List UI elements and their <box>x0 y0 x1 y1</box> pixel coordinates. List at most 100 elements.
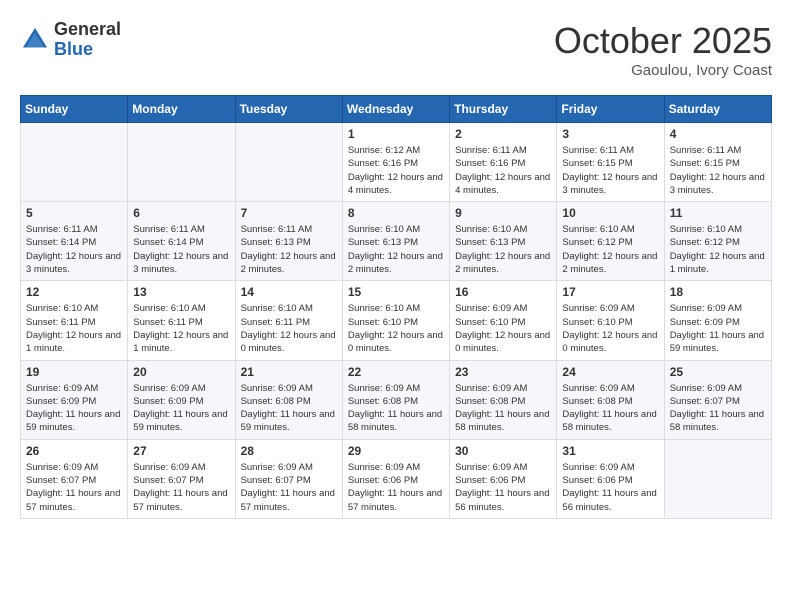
day-number: 10 <box>562 206 658 220</box>
calendar-cell: 16 Sunrise: 6:09 AM Sunset: 6:10 PM Dayli… <box>450 281 557 360</box>
day-info: Sunrise: 6:09 AM Sunset: 6:09 PM Dayligh… <box>133 382 229 435</box>
day-info: Sunrise: 6:09 AM Sunset: 6:06 PM Dayligh… <box>455 461 551 514</box>
day-info: Sunrise: 6:11 AM Sunset: 6:14 PM Dayligh… <box>26 223 122 276</box>
calendar-cell: 13 Sunrise: 6:10 AM Sunset: 6:11 PM Dayli… <box>128 281 235 360</box>
day-info: Sunrise: 6:09 AM Sunset: 6:06 PM Dayligh… <box>562 461 658 514</box>
day-info: Sunrise: 6:10 AM Sunset: 6:13 PM Dayligh… <box>455 223 551 276</box>
day-info: Sunrise: 6:11 AM Sunset: 6:15 PM Dayligh… <box>670 144 766 197</box>
day-number: 31 <box>562 444 658 458</box>
day-number: 17 <box>562 285 658 299</box>
day-number: 18 <box>670 285 766 299</box>
day-info: Sunrise: 6:09 AM Sunset: 6:08 PM Dayligh… <box>455 382 551 435</box>
calendar-cell: 19 Sunrise: 6:09 AM Sunset: 6:09 PM Dayli… <box>21 360 128 439</box>
day-info: Sunrise: 6:09 AM Sunset: 6:09 PM Dayligh… <box>670 302 766 355</box>
day-number: 13 <box>133 285 229 299</box>
day-number: 2 <box>455 127 551 141</box>
day-number: 27 <box>133 444 229 458</box>
calendar-cell: 7Sunrise: 6:11 AM Sunset: 6:13 PM Daylig… <box>235 202 342 281</box>
day-info: Sunrise: 6:09 AM Sunset: 6:09 PM Dayligh… <box>26 382 122 435</box>
calendar-cell: 31 Sunrise: 6:09 AM Sunset: 6:06 PM Dayli… <box>557 439 664 518</box>
calendar-cell: 28Sunrise: 6:09 AM Sunset: 6:07 PM Dayli… <box>235 439 342 518</box>
day-info: Sunrise: 6:10 AM Sunset: 6:13 PM Dayligh… <box>348 223 444 276</box>
day-info: Sunrise: 6:09 AM Sunset: 6:07 PM Dayligh… <box>26 461 122 514</box>
calendar-cell: 6 Sunrise: 6:11 AM Sunset: 6:14 PM Daylig… <box>128 202 235 281</box>
day-number: 4 <box>670 127 766 141</box>
day-number: 11 <box>670 206 766 220</box>
day-info: Sunrise: 6:09 AM Sunset: 6:06 PM Dayligh… <box>348 461 444 514</box>
calendar-cell <box>21 123 128 202</box>
weekday-header: Monday <box>128 96 235 123</box>
calendar-cell: 15Sunrise: 6:10 AM Sunset: 6:10 PM Dayli… <box>342 281 449 360</box>
calendar-cell: 24Sunrise: 6:09 AM Sunset: 6:08 PM Dayli… <box>557 360 664 439</box>
day-number: 5 <box>26 206 122 220</box>
logo: General Blue <box>20 20 121 60</box>
calendar-cell: 9Sunrise: 6:10 AM Sunset: 6:13 PM Daylig… <box>450 202 557 281</box>
calendar-cell: 1 Sunrise: 6:12 AM Sunset: 6:16 PM Daylig… <box>342 123 449 202</box>
day-info: Sunrise: 6:09 AM Sunset: 6:10 PM Dayligh… <box>455 302 551 355</box>
calendar-cell: 27Sunrise: 6:09 AM Sunset: 6:07 PM Dayli… <box>128 439 235 518</box>
day-number: 14 <box>241 285 337 299</box>
day-info: Sunrise: 6:09 AM Sunset: 6:07 PM Dayligh… <box>241 461 337 514</box>
calendar-week-row: 12Sunrise: 6:10 AM Sunset: 6:11 PM Dayli… <box>21 281 772 360</box>
weekday-header: Saturday <box>664 96 771 123</box>
calendar-cell: 3 Sunrise: 6:11 AM Sunset: 6:15 PM Daylig… <box>557 123 664 202</box>
day-info: Sunrise: 6:10 AM Sunset: 6:10 PM Dayligh… <box>348 302 444 355</box>
weekday-header: Sunday <box>21 96 128 123</box>
calendar-cell: 11 Sunrise: 6:10 AM Sunset: 6:12 PM Dayli… <box>664 202 771 281</box>
calendar-cell: 5 Sunrise: 6:11 AM Sunset: 6:14 PM Daylig… <box>21 202 128 281</box>
day-info: Sunrise: 6:09 AM Sunset: 6:08 PM Dayligh… <box>241 382 337 435</box>
calendar-cell: 18 Sunrise: 6:09 AM Sunset: 6:09 PM Dayli… <box>664 281 771 360</box>
day-info: Sunrise: 6:10 AM Sunset: 6:12 PM Dayligh… <box>670 223 766 276</box>
day-info: Sunrise: 6:11 AM Sunset: 6:14 PM Dayligh… <box>133 223 229 276</box>
day-info: Sunrise: 6:10 AM Sunset: 6:11 PM Dayligh… <box>133 302 229 355</box>
calendar-week-row: 1 Sunrise: 6:12 AM Sunset: 6:16 PM Daylig… <box>21 123 772 202</box>
calendar-cell <box>128 123 235 202</box>
day-info: Sunrise: 6:09 AM Sunset: 6:10 PM Dayligh… <box>562 302 658 355</box>
day-info: Sunrise: 6:11 AM Sunset: 6:15 PM Dayligh… <box>562 144 658 197</box>
day-info: Sunrise: 6:12 AM Sunset: 6:16 PM Dayligh… <box>348 144 444 197</box>
weekday-header: Thursday <box>450 96 557 123</box>
day-number: 6 <box>133 206 229 220</box>
logo-blue-text: Blue <box>54 40 121 60</box>
day-number: 30 <box>455 444 551 458</box>
calendar-week-row: 5 Sunrise: 6:11 AM Sunset: 6:14 PM Daylig… <box>21 202 772 281</box>
calendar-cell: 12Sunrise: 6:10 AM Sunset: 6:11 PM Dayli… <box>21 281 128 360</box>
calendar-cell <box>664 439 771 518</box>
calendar-cell: 29 Sunrise: 6:09 AM Sunset: 6:06 PM Dayli… <box>342 439 449 518</box>
day-number: 23 <box>455 365 551 379</box>
day-number: 7 <box>241 206 337 220</box>
day-number: 22 <box>348 365 444 379</box>
calendar-cell: 17 Sunrise: 6:09 AM Sunset: 6:10 PM Dayli… <box>557 281 664 360</box>
day-number: 20 <box>133 365 229 379</box>
calendar-cell: 8 Sunrise: 6:10 AM Sunset: 6:13 PM Daylig… <box>342 202 449 281</box>
day-info: Sunrise: 6:09 AM Sunset: 6:08 PM Dayligh… <box>562 382 658 435</box>
location: Gaoulou, Ivory Coast <box>554 62 772 79</box>
calendar-table: SundayMondayTuesdayWednesdayThursdayFrid… <box>20 95 772 519</box>
weekday-header: Wednesday <box>342 96 449 123</box>
title-block: October 2025 Gaoulou, Ivory Coast <box>554 20 772 79</box>
day-number: 25 <box>670 365 766 379</box>
calendar-cell: 22 Sunrise: 6:09 AM Sunset: 6:08 PM Dayli… <box>342 360 449 439</box>
weekday-header: Tuesday <box>235 96 342 123</box>
day-number: 19 <box>26 365 122 379</box>
calendar-cell: 4 Sunrise: 6:11 AM Sunset: 6:15 PM Daylig… <box>664 123 771 202</box>
day-number: 3 <box>562 127 658 141</box>
day-info: Sunrise: 6:10 AM Sunset: 6:11 PM Dayligh… <box>26 302 122 355</box>
day-info: Sunrise: 6:09 AM Sunset: 6:07 PM Dayligh… <box>670 382 766 435</box>
day-number: 26 <box>26 444 122 458</box>
day-number: 16 <box>455 285 551 299</box>
day-info: Sunrise: 6:11 AM Sunset: 6:16 PM Dayligh… <box>455 144 551 197</box>
logo-general-text: General <box>54 20 121 40</box>
logo-icon <box>20 25 50 55</box>
day-number: 8 <box>348 206 444 220</box>
month-title: October 2025 <box>554 20 772 62</box>
calendar-cell: 2 Sunrise: 6:11 AM Sunset: 6:16 PM Daylig… <box>450 123 557 202</box>
calendar-cell: 23 Sunrise: 6:09 AM Sunset: 6:08 PM Dayli… <box>450 360 557 439</box>
day-number: 29 <box>348 444 444 458</box>
day-info: Sunrise: 6:09 AM Sunset: 6:08 PM Dayligh… <box>348 382 444 435</box>
calendar-cell: 20 Sunrise: 6:09 AM Sunset: 6:09 PM Dayli… <box>128 360 235 439</box>
day-info: Sunrise: 6:10 AM Sunset: 6:11 PM Dayligh… <box>241 302 337 355</box>
day-number: 1 <box>348 127 444 141</box>
calendar-cell: 10Sunrise: 6:10 AM Sunset: 6:12 PM Dayli… <box>557 202 664 281</box>
weekday-header-row: SundayMondayTuesdayWednesdayThursdayFrid… <box>21 96 772 123</box>
